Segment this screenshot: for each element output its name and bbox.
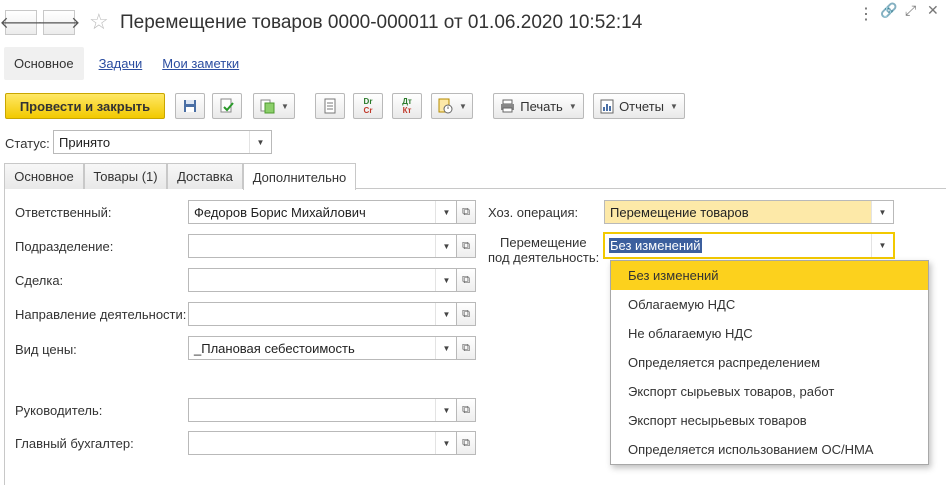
page-title: Перемещение товаров 0000-000011 от 01.06… (120, 12, 643, 33)
activity-dropdown-list: Без изменений Облагаемую НДС Не облагаем… (610, 260, 929, 465)
activity-move-label-line2: под деятельность: (488, 250, 600, 265)
create-based-on-button[interactable]: ▼ (253, 93, 295, 119)
report-icon (600, 99, 614, 113)
open-icon[interactable]: ⧉ (456, 431, 476, 455)
tab-additional[interactable]: Дополнительно (243, 163, 356, 190)
chevron-down-icon[interactable]: ▼ (435, 337, 457, 359)
reports-label: Отчеты (619, 98, 664, 114)
section-main[interactable]: Основное (4, 46, 84, 80)
activity-move-value: Без изменений (609, 238, 702, 253)
tab-delivery[interactable]: Доставка (167, 163, 243, 189)
open-icon[interactable]: ⧉ (456, 336, 476, 360)
open-icon[interactable]: ⧉ (456, 234, 476, 258)
tab-goods[interactable]: Товары (1) (84, 163, 167, 189)
printer-icon (501, 99, 515, 113)
responsible-field[interactable]: Федоров Борис Михайлович ▼ (188, 200, 458, 224)
chevron-down-icon[interactable]: ▼ (871, 234, 893, 257)
chief-accountant-label: Главный бухгалтер: (15, 436, 134, 451)
open-icon[interactable]: ⧉ (456, 200, 476, 224)
open-icon[interactable]: ⧉ (456, 398, 476, 422)
chevron-down-icon: ▼ (459, 101, 467, 111)
post-doc-icon (220, 98, 234, 113)
reports-button[interactable]: Отчеты ▼ (593, 93, 685, 119)
department-field[interactable]: ▼ (188, 234, 458, 258)
dropdown-option[interactable]: Экспорт сырьевых товаров, работ (611, 377, 928, 406)
price-type-field[interactable]: _Плановая себестоимость ▼ (188, 336, 458, 360)
price-type-value: _Плановая себестоимость (194, 340, 355, 356)
dr-cr-button[interactable]: Dr Cr (353, 93, 383, 119)
chevron-down-icon[interactable]: ▼ (435, 235, 457, 257)
post-and-close-button[interactable]: Провести и закрыть (5, 93, 165, 119)
list-icon (324, 98, 336, 114)
create-based-icon (260, 99, 275, 114)
chevron-down-icon[interactable]: ▼ (435, 201, 457, 223)
floppy-icon (184, 100, 196, 112)
open-icon[interactable]: ⧉ (456, 302, 476, 326)
status-label: Статус: (5, 136, 50, 151)
chevron-down-icon[interactable]: ▼ (435, 303, 457, 325)
chevron-down-icon: ▼ (568, 101, 577, 111)
direction-field[interactable]: ▼ (188, 302, 458, 326)
chief-accountant-field[interactable]: ▼ (188, 431, 458, 455)
activity-move-label-line1: Перемещение (500, 235, 587, 250)
chevron-down-icon[interactable]: ▼ (871, 201, 893, 223)
section-tasks[interactable]: Задачи (94, 56, 148, 71)
structure-button[interactable] (315, 93, 345, 119)
favorite-star-icon[interactable]: ☆ (89, 9, 109, 35)
attachments-button[interactable]: ▼ (431, 93, 473, 119)
activity-move-field[interactable]: Без изменений ▼ (603, 232, 895, 259)
section-notes[interactable]: Мои заметки (157, 56, 244, 71)
dropdown-option[interactable]: Определяется использованием ОС/НМА (611, 435, 928, 464)
forward-button[interactable]: 🡒 (38, 10, 80, 35)
tab-main[interactable]: Основное (4, 163, 84, 189)
deal-field[interactable]: ▼ (188, 268, 458, 292)
print-label: Печать (520, 98, 563, 114)
print-button[interactable]: Печать ▼ (493, 93, 584, 119)
more-menu-icon[interactable]: ⋮ (858, 4, 875, 24)
dt-label: Дт (402, 97, 412, 106)
dr-label: Dr (363, 97, 373, 106)
post-document-button[interactable] (212, 93, 242, 119)
price-type-label: Вид цены: (15, 342, 77, 357)
chevron-down-icon[interactable]: ▼ (435, 399, 457, 421)
dropdown-option[interactable]: Без изменений (611, 261, 928, 290)
back-button[interactable]: 🡐 (0, 10, 42, 35)
kt-label: Кт (402, 106, 412, 115)
operation-label: Хоз. операция: (488, 205, 579, 220)
save-button[interactable] (175, 93, 205, 119)
responsible-value: Федоров Борис Михайлович (194, 204, 366, 220)
dropdown-option[interactable]: Не облагаемую НДС (611, 319, 928, 348)
responsible-label: Ответственный: (15, 205, 112, 220)
chevron-down-icon: ▼ (281, 101, 289, 111)
link-icon[interactable]: 🔗 (880, 2, 897, 19)
open-icon[interactable]: ⧉ (456, 268, 476, 292)
department-label: Подразделение: (15, 239, 114, 254)
expand-icon[interactable]: ⤢ (905, 2, 916, 19)
operation-field[interactable]: Перемещение товаров ▼ (604, 200, 894, 224)
dropdown-option[interactable]: Определяется распределением (611, 348, 928, 377)
chevron-down-icon: ▼ (670, 101, 678, 111)
status-select[interactable]: Принято ▼ (53, 130, 272, 154)
manager-field[interactable]: ▼ (188, 398, 458, 422)
close-icon[interactable]: ✕ (927, 2, 939, 19)
back-arrow-icon: 🡐 (0, 15, 43, 32)
manager-label: Руководитель: (15, 403, 103, 418)
dt-kt-button[interactable]: Дт Кт (392, 93, 422, 119)
panel-left-border (4, 188, 5, 485)
chevron-down-icon[interactable]: ▼ (435, 269, 457, 291)
section-nav: Основное Задачи Мои заметки (4, 46, 244, 80)
chevron-down-icon[interactable]: ▼ (249, 131, 271, 153)
cr-label: Cr (363, 106, 373, 115)
operation-value: Перемещение товаров (610, 204, 749, 220)
dropdown-option[interactable]: Облагаемую НДС (611, 290, 928, 319)
dropdown-option[interactable]: Экспорт несырьевых товаров (611, 406, 928, 435)
activity-move-label: Перемещение под деятельность: (488, 235, 599, 265)
status-value: Принято (59, 134, 111, 150)
forward-arrow-icon: 🡒 (37, 15, 81, 32)
chevron-down-icon[interactable]: ▼ (435, 432, 457, 454)
attachment-clock-icon (438, 98, 453, 114)
direction-label: Направление деятельности: (15, 307, 187, 322)
deal-label: Сделка: (15, 273, 64, 288)
activity-move-value-wrap: Без изменений (605, 238, 871, 253)
